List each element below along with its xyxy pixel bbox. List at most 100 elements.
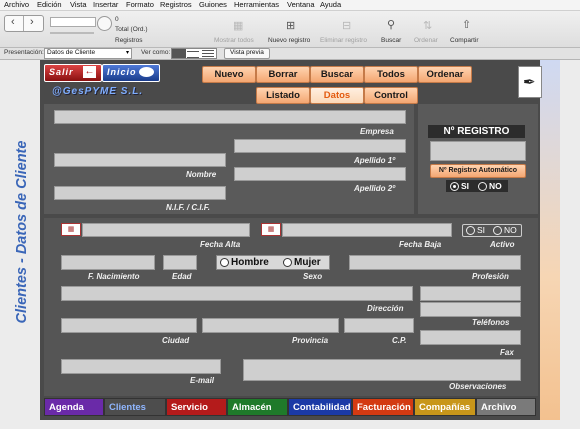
cp-label: C.P. xyxy=(392,336,407,345)
registro-number-field[interactable] xyxy=(430,141,526,161)
activo-label: Activo xyxy=(490,240,515,249)
menu-bar: Archivo Edición Vista Insertar Formato R… xyxy=(0,0,580,11)
menu-edicion[interactable]: Edición xyxy=(37,0,62,10)
activo-si-option[interactable]: SI xyxy=(466,225,485,236)
apellido1-field[interactable] xyxy=(234,139,406,153)
menu-vista[interactable]: Vista xyxy=(70,0,87,10)
menu-registros[interactable]: Registros xyxy=(160,0,192,10)
tab-facturacion[interactable]: Facturación xyxy=(352,398,414,416)
compartir-button[interactable]: Compartir xyxy=(450,37,479,44)
sexo-hombre-option[interactable]: Hombre xyxy=(220,256,269,269)
vista-previa-button[interactable]: Vista previa xyxy=(224,48,270,59)
tab-agenda[interactable]: Agenda xyxy=(44,398,104,416)
nif-label: N.I.F. / C.I.F. xyxy=(166,203,211,212)
auto-si-option[interactable]: SI xyxy=(450,180,469,192)
ordenar-button-form[interactable]: Ordenar xyxy=(418,66,472,83)
f-nacimiento-field[interactable] xyxy=(61,255,155,270)
direccion-field[interactable] xyxy=(61,286,413,301)
empresa-field[interactable] xyxy=(54,110,406,124)
salir-button[interactable]: Salir ← xyxy=(44,64,102,82)
todos-button[interactable]: Todos xyxy=(364,66,418,83)
tab-companias[interactable]: Compañías xyxy=(414,398,476,416)
ordenar-button[interactable]: Ordenar xyxy=(414,37,438,44)
no-label: NO xyxy=(489,181,502,191)
nav-arrows: ‹ › xyxy=(4,15,44,32)
hombre-label: Hombre xyxy=(231,257,269,268)
divider xyxy=(23,16,24,31)
edad-field[interactable] xyxy=(163,255,197,270)
tab-servicio[interactable]: Servicio xyxy=(166,398,227,416)
calendar-icon[interactable]: ▦ xyxy=(61,223,81,236)
nif-field[interactable] xyxy=(54,186,226,200)
provincia-field[interactable] xyxy=(202,318,339,333)
menu-ventana[interactable]: Ventana xyxy=(287,0,315,10)
client-logo-icon: ✒ xyxy=(518,66,542,98)
table-view-icon[interactable] xyxy=(202,50,214,57)
email-field[interactable] xyxy=(61,359,221,374)
ciudad-field[interactable] xyxy=(61,318,197,333)
view-mode-segment[interactable] xyxy=(171,48,217,59)
company-logo-text: @GesPYME S.L. xyxy=(52,86,144,97)
tab-control[interactable]: Control xyxy=(364,87,418,104)
ciudad-label: Ciudad xyxy=(162,336,190,345)
fax-label: Fax xyxy=(500,348,514,357)
inicio-button[interactable]: Inicio xyxy=(102,64,160,82)
telefonos-label: Teléfonos xyxy=(472,318,510,327)
total-label: Total (Ord.) xyxy=(115,26,148,33)
tab-almacen[interactable]: Almacén xyxy=(227,398,288,416)
fecha-baja-field[interactable] xyxy=(282,223,452,237)
nuevo-button[interactable]: Nuevo xyxy=(202,66,256,83)
email-label: E-mail xyxy=(190,376,215,385)
calendar-icon[interactable]: ▦ xyxy=(261,223,281,236)
menu-archivo[interactable]: Archivo xyxy=(4,0,29,10)
quill-icon: ✒ xyxy=(523,74,536,91)
form-view-icon[interactable] xyxy=(172,49,186,58)
mostrar-todos-button[interactable]: Mostrar todos xyxy=(214,37,254,44)
nombre-label: Nombre xyxy=(186,170,217,179)
menu-ayuda[interactable]: Ayuda xyxy=(320,0,341,10)
share-icon: ⇧ xyxy=(462,19,472,31)
next-record-icon[interactable]: › xyxy=(30,16,34,28)
tab-clientes[interactable]: Clientes xyxy=(104,398,166,416)
fecha-alta-field[interactable] xyxy=(82,223,250,237)
menu-herramientas[interactable]: Herramientas xyxy=(234,0,279,10)
tab-archivo[interactable]: Archivo xyxy=(476,398,536,416)
chevron-down-icon: ▾ xyxy=(125,50,129,56)
observaciones-field[interactable] xyxy=(243,359,521,381)
prev-record-icon[interactable]: ‹ xyxy=(11,16,15,28)
nombre-field[interactable] xyxy=(54,153,226,167)
decorative-gradient-strip xyxy=(540,60,560,420)
record-slider[interactable] xyxy=(50,32,94,34)
activo-no-option[interactable]: NO xyxy=(493,225,517,236)
eliminar-registro-button[interactable]: Eliminar registro xyxy=(320,37,367,44)
edad-label: Edad xyxy=(172,272,192,281)
exit-icon: ← xyxy=(83,66,96,78)
radio-icon xyxy=(493,226,502,236)
list-view-icon[interactable] xyxy=(187,51,199,58)
registro-automatico-button[interactable]: Nº Registro Automático xyxy=(430,164,526,178)
menu-guiones[interactable]: Guiones xyxy=(199,0,227,10)
sexo-mujer-option[interactable]: Mujer xyxy=(283,256,321,269)
tab-datos[interactable]: Datos xyxy=(310,87,364,104)
menu-insertar[interactable]: Insertar xyxy=(93,0,118,10)
telefono1-field[interactable] xyxy=(420,286,521,301)
apellido2-field[interactable] xyxy=(234,167,406,181)
tab-contabilidad[interactable]: Contabilidad xyxy=(288,398,352,416)
layout-select-value: Datos de Cliente xyxy=(47,49,96,56)
cp-field[interactable] xyxy=(344,318,414,333)
observaciones-label: Observaciones xyxy=(449,382,507,391)
nuevo-registro-button[interactable]: Nuevo registro xyxy=(268,37,310,44)
telefono2-field[interactable] xyxy=(420,302,521,317)
buscar-button-form[interactable]: Buscar xyxy=(310,66,364,83)
layout-select[interactable]: Datos de Cliente ▾ xyxy=(44,48,132,59)
auto-no-option[interactable]: NO xyxy=(478,180,502,192)
borrar-button[interactable]: Borrar xyxy=(256,66,310,83)
record-number-input[interactable] xyxy=(50,17,96,27)
buscar-button[interactable]: Buscar xyxy=(381,37,401,44)
mujer-label: Mujer xyxy=(294,257,321,268)
menu-formato[interactable]: Formato xyxy=(126,0,154,10)
tab-listado[interactable]: Listado xyxy=(256,87,310,104)
profesion-field[interactable] xyxy=(349,255,521,270)
fax-field[interactable] xyxy=(420,330,521,345)
home-icon xyxy=(139,67,154,77)
